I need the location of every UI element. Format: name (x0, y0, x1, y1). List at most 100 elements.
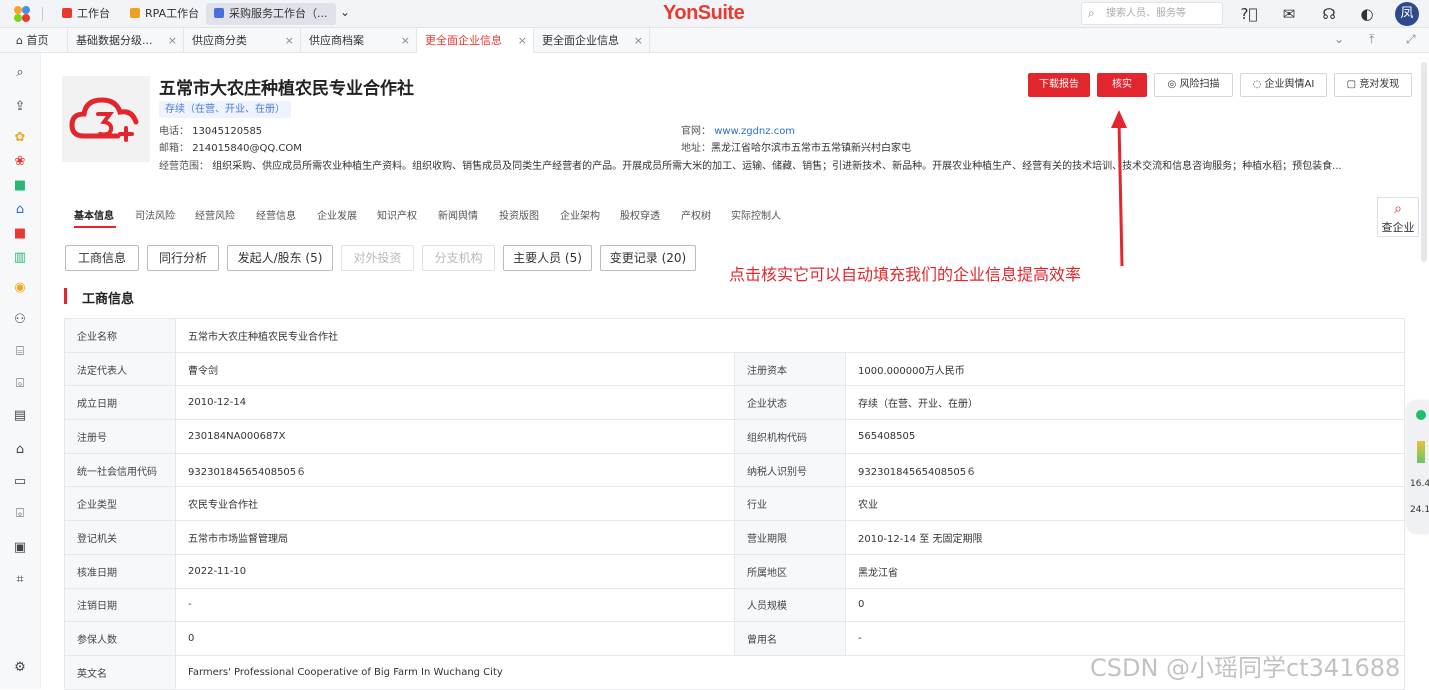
market-icon[interactable]: ⌻ (11, 505, 29, 523)
help-icon[interactable]: ?⃝ (1239, 4, 1259, 24)
sidebar: ⌕ ⇪ ✿ ❀ ■ ⌂ ■ ▥ ◉ ⚇ ⌸ ⌺ ▤ ⌂ ▭ ⌻ ▣ ⌗ ⚙ (0, 53, 41, 689)
download-report-button[interactable]: 下载报告 (1028, 73, 1090, 97)
subnav-structure[interactable]: 企业架构 (560, 207, 600, 222)
watermark: CSDN @小瑶同学ct341688 (1090, 654, 1401, 682)
website-line: 官网： www.zgdnz.com (681, 122, 795, 137)
subnav-property-tree[interactable]: 产权树 (681, 207, 711, 222)
shop-icon[interactable]: ⌺ (11, 375, 29, 393)
app-launcher-icon[interactable] (12, 4, 34, 24)
monitor-icon[interactable]: ▣ (11, 539, 29, 557)
field-label: 营业期限 (734, 520, 846, 555)
tab-supplier-class[interactable]: 供应商分类 × (184, 28, 301, 53)
subnav-equity[interactable]: 股权穿透 (620, 207, 660, 222)
field-label: 核准日期 (64, 553, 176, 589)
search-icon[interactable]: ⌕ (11, 64, 29, 82)
company-name: 五常市大农庄种植农民专业合作社 (159, 79, 414, 99)
close-icon[interactable]: × (518, 28, 527, 53)
chevron-down-icon[interactable]: ⌄ (1334, 32, 1344, 46)
subnav-operating-risk[interactable]: 经营风险 (195, 207, 235, 222)
upload-icon[interactable]: ⇪ (11, 98, 29, 116)
message-icon[interactable]: ✉ (1279, 4, 1299, 24)
close-icon[interactable]: × (401, 28, 410, 53)
tab-label: 供应商分类 (192, 34, 247, 47)
level-bar (1417, 441, 1425, 463)
subnav-ip[interactable]: 知识产权 (377, 207, 417, 222)
procurement-icon (214, 8, 224, 18)
section-title: 工商信息 (82, 292, 135, 307)
check-company-button[interactable]: ⌕ 查企业 (1377, 197, 1419, 237)
sentiment-ai-button[interactable]: ◌ 企业舆情AI (1240, 73, 1327, 97)
phone-line: 电话： 13045120585 (159, 122, 262, 137)
scope-line: 经营范围： 组织采购、供应成员所需农业种植生产资料。组织收购、销售成员及同类生产… (159, 157, 1359, 172)
tab-home[interactable]: ⌂ 首页 (8, 28, 68, 53)
field-value: 565408505 (844, 419, 1406, 454)
fullscreen-icon[interactable]: ⤢ (1406, 32, 1416, 47)
top-tab-workbench[interactable]: 工作台 (54, 3, 118, 25)
search-placeholder: 搜索人员、服务等 (1106, 8, 1186, 19)
table-row: 企业类型 农民专业合作社 行业 农业 (64, 486, 1406, 522)
subnav-development[interactable]: 企业发展 (317, 207, 357, 222)
field-label: 参保人数 (64, 621, 176, 656)
store-icon[interactable]: ⌸ (11, 343, 29, 361)
chevron-down-icon[interactable]: ⌄ (340, 5, 350, 19)
competitor-discover-button[interactable]: ▢ 竞对发现 (1334, 73, 1412, 97)
subnav-investment[interactable]: 投资版图 (499, 207, 539, 222)
chart-green-icon[interactable]: ▥ (11, 249, 29, 267)
close-icon[interactable]: × (168, 28, 177, 53)
pill-key-personnel[interactable]: 主要人员 (5) (503, 245, 592, 271)
scrollbar[interactable] (1421, 62, 1427, 262)
field-value: 93230184565408505６ (175, 452, 735, 488)
page-tab-bar: ⌂ 首页 基础数据分级... × 供应商分类 × 供应商档案 × 更全面企业信息 × 更… (0, 28, 1429, 53)
avatar[interactable]: 凤 (1395, 2, 1419, 26)
settings-icon[interactable]: ⚙ (11, 659, 29, 677)
pill-shareholders[interactable]: 发起人/股东 (5) (227, 245, 333, 271)
global-search-input[interactable]: ⌕ 搜索人员、服务等 (1081, 2, 1223, 25)
doc-green-icon[interactable]: ■ (11, 177, 29, 195)
subnav-operating-info[interactable]: 经营信息 (256, 207, 296, 222)
tab-enterprise-info-active[interactable]: 更全面企业信息 × (417, 28, 534, 53)
pill-investments: 对外投资 (341, 245, 414, 271)
close-icon[interactable]: × (285, 28, 294, 53)
section-marker (64, 288, 67, 304)
grid-icon[interactable]: ⌗ (11, 571, 29, 589)
clipboard-icon[interactable]: ▤ (11, 407, 29, 425)
website-link[interactable]: www.zgdnz.com (714, 126, 795, 137)
table-row: 核准日期 2022-11-10 所属地区 黑龙江省 (64, 553, 1406, 589)
subnav-controller[interactable]: 实际控制人 (731, 207, 781, 222)
palette-icon[interactable]: ◐ (1357, 4, 1377, 24)
pill-peer-analysis[interactable]: 同行分析 (147, 245, 219, 271)
pill-business-info[interactable]: 工商信息 (65, 245, 139, 271)
tab-enterprise-info[interactable]: 更全面企业信息 × (534, 28, 650, 53)
verify-button[interactable]: 核实 (1097, 73, 1147, 97)
home-blue-icon[interactable]: ⌂ (11, 201, 29, 219)
flower-icon[interactable]: ❀ (11, 153, 29, 171)
network-speed-widget[interactable]: 16.4 24.1 (1407, 401, 1429, 533)
apps-icon[interactable]: ✿ (11, 129, 29, 147)
pin-up-icon[interactable]: ⤒ (1369, 32, 1374, 47)
tab-supplier-file[interactable]: 供应商档案 × (301, 28, 417, 53)
field-label: 曾用名 (734, 621, 846, 656)
doc-red-icon[interactable]: ■ (11, 225, 29, 243)
headset-icon[interactable]: ☊ (1319, 4, 1339, 24)
folder-icon[interactable]: ▭ (11, 473, 29, 491)
phone-label: 电话： (159, 126, 189, 137)
risk-scan-button[interactable]: ◎ 风险扫描 (1154, 73, 1233, 97)
status-badge: 存续（在营、开业、在册） (159, 101, 291, 118)
tab-basic-data[interactable]: 基础数据分级... × (68, 28, 184, 53)
coin-icon[interactable]: ◉ (11, 279, 29, 297)
subnav-judicial-risk[interactable]: 司法风险 (135, 207, 175, 222)
email-label: 邮箱： (159, 143, 189, 154)
field-label: 注册号 (64, 419, 176, 454)
pill-change-log[interactable]: 变更记录 (20) (600, 245, 696, 271)
top-tab-rpa[interactable]: RPA工作台 (122, 3, 207, 25)
house-gear-icon[interactable]: ⌂ (11, 441, 29, 459)
field-label: 英文名 (64, 654, 176, 690)
subnav-basic-info[interactable]: 基本信息 (74, 207, 114, 222)
field-label: 行业 (734, 486, 846, 522)
top-tab-procurement[interactable]: 采购服务工作台（... (206, 3, 336, 25)
users-icon[interactable]: ⚇ (11, 311, 29, 329)
scope-value: 组织采购、供应成员所需农业种植生产资料。组织收购、销售成员及同类生产经营者的产品… (212, 161, 1342, 172)
close-icon[interactable]: × (634, 28, 643, 53)
home-icon: ⌂ (16, 34, 27, 47)
subnav-news[interactable]: 新闻舆情 (438, 207, 478, 222)
